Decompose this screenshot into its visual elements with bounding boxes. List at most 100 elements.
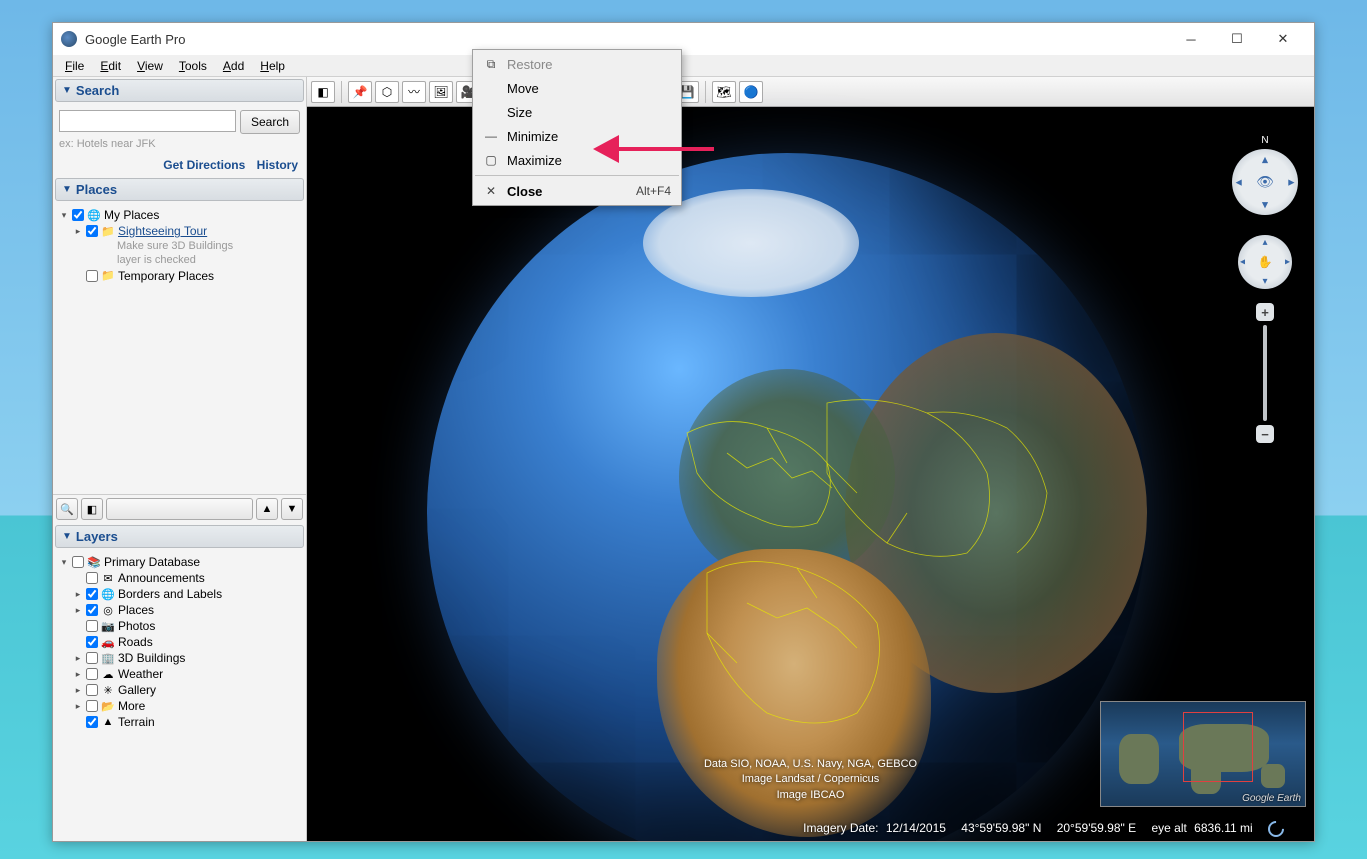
checkbox[interactable] bbox=[86, 668, 98, 680]
search-button[interactable]: Search bbox=[240, 110, 300, 134]
checkbox-mixed[interactable] bbox=[72, 556, 84, 568]
chevron-left-icon[interactable]: ◂ bbox=[1240, 257, 1245, 268]
menu-edit[interactable]: Edit bbox=[92, 57, 129, 75]
chevron-up-icon[interactable]: ▴ bbox=[1262, 153, 1268, 166]
menu-help[interactable]: Help bbox=[252, 57, 293, 75]
layers-pane-header[interactable]: ▼Layers bbox=[55, 525, 304, 548]
add-image-overlay-button[interactable]: 🖼 bbox=[429, 81, 453, 103]
tree-label: Temporary Places bbox=[118, 269, 214, 283]
history-link[interactable]: History bbox=[257, 158, 298, 172]
globe-icon: 🌐 bbox=[87, 208, 101, 222]
database-icon: 📚 bbox=[87, 555, 101, 569]
menu-add[interactable]: Add bbox=[215, 57, 252, 75]
overview-map[interactable]: Google Earth bbox=[1100, 701, 1306, 807]
chevron-right-icon[interactable]: ▸ bbox=[1288, 176, 1294, 189]
checkbox[interactable] bbox=[86, 700, 98, 712]
expander-icon[interactable]: ▸ bbox=[73, 653, 83, 663]
get-directions-link[interactable]: Get Directions bbox=[163, 158, 245, 172]
add-polygon-button[interactable]: ⬡ bbox=[375, 81, 399, 103]
layer-item[interactable]: ▸☁Weather bbox=[59, 666, 300, 682]
tree-label: Announcements bbox=[118, 571, 205, 585]
layer-item[interactable]: ▸🌐Borders and Labels bbox=[59, 586, 300, 602]
menu-file[interactable]: File bbox=[57, 57, 92, 75]
menu-size[interactable]: Size bbox=[473, 100, 681, 124]
search-input[interactable] bbox=[59, 110, 236, 132]
checkbox[interactable] bbox=[86, 270, 98, 282]
minimap-viewbox[interactable] bbox=[1183, 712, 1253, 782]
attribution-line: Data SIO, NOAA, U.S. Navy, NGA, GEBCO bbox=[704, 757, 917, 772]
search-places-button[interactable]: 🔍 bbox=[56, 498, 78, 520]
chevron-left-icon[interactable]: ◂ bbox=[1236, 176, 1242, 189]
checkbox[interactable] bbox=[86, 225, 98, 237]
window-controls: ─ ☐ ✕ bbox=[1168, 24, 1306, 54]
layer-primary-database[interactable]: ▾ 📚 Primary Database bbox=[59, 554, 300, 570]
tree-label: 3D Buildings bbox=[118, 651, 185, 665]
earth-gallery-button[interactable]: 🔵 bbox=[739, 81, 763, 103]
expander-icon[interactable]: ▸ bbox=[73, 226, 83, 236]
chevron-down-icon[interactable]: ▾ bbox=[1262, 276, 1267, 287]
places-temporary[interactable]: ▸ 📁 Temporary Places bbox=[59, 268, 300, 284]
checkbox[interactable] bbox=[86, 716, 98, 728]
layer-item[interactable]: ▸📂More bbox=[59, 698, 300, 714]
expander-icon[interactable]: ▾ bbox=[59, 210, 69, 220]
layer-item[interactable]: ▸✳Gallery bbox=[59, 682, 300, 698]
layer-item[interactable]: ▸▲Terrain bbox=[59, 714, 300, 730]
expander-icon[interactable]: ▸ bbox=[73, 701, 83, 711]
menu-move[interactable]: Move bbox=[473, 76, 681, 100]
zoom-track[interactable] bbox=[1263, 325, 1267, 421]
places-sightseeing[interactable]: ▸ 📁 Sightseeing Tour bbox=[59, 223, 300, 239]
layer-item[interactable]: ▸◎Places bbox=[59, 602, 300, 618]
chevron-right-icon[interactable]: ▸ bbox=[1285, 257, 1290, 268]
checkbox[interactable] bbox=[72, 209, 84, 221]
checkbox[interactable] bbox=[86, 684, 98, 696]
app-title: Google Earth Pro bbox=[85, 32, 185, 47]
move-up-button[interactable]: ▲ bbox=[256, 498, 278, 520]
tree-label[interactable]: Sightseeing Tour bbox=[118, 224, 207, 238]
expander-icon[interactable]: ▸ bbox=[73, 685, 83, 695]
hide-sidebar-button[interactable]: ◧ bbox=[311, 81, 335, 103]
checkbox[interactable] bbox=[86, 572, 98, 584]
checkbox[interactable] bbox=[86, 620, 98, 632]
zoom-out-button[interactable]: − bbox=[1256, 425, 1274, 443]
places-my-places[interactable]: ▾ 🌐 My Places bbox=[59, 207, 300, 223]
layer-item[interactable]: ▸🚗Roads bbox=[59, 634, 300, 650]
tree-label: Gallery bbox=[118, 683, 156, 697]
checkbox[interactable] bbox=[86, 588, 98, 600]
expander-icon[interactable]: ▸ bbox=[73, 589, 83, 599]
minimize-button[interactable]: ─ bbox=[1168, 24, 1214, 54]
search-pane-header[interactable]: ▼Search bbox=[55, 79, 304, 102]
expander-icon[interactable]: ▸ bbox=[73, 605, 83, 615]
add-path-button[interactable]: 〰 bbox=[402, 81, 426, 103]
checkbox[interactable] bbox=[86, 652, 98, 664]
panel-toggle-button[interactable]: ◧ bbox=[81, 498, 103, 520]
zoom-slider[interactable]: + − bbox=[1256, 303, 1274, 443]
view-maps-button[interactable]: 🗺 bbox=[712, 81, 736, 103]
zoom-in-button[interactable]: + bbox=[1256, 303, 1274, 321]
north-label: N bbox=[1258, 135, 1271, 146]
checkbox[interactable] bbox=[86, 604, 98, 616]
expander-icon[interactable]: ▾ bbox=[59, 557, 69, 567]
menu-tools[interactable]: Tools bbox=[171, 57, 215, 75]
chevron-up-icon[interactable]: ▴ bbox=[1262, 237, 1267, 248]
expander-icon[interactable]: ▸ bbox=[73, 669, 83, 679]
chevron-down-icon[interactable]: ▾ bbox=[1262, 198, 1268, 211]
layer-item[interactable]: ▸✉Announcements bbox=[59, 570, 300, 586]
menu-view[interactable]: View bbox=[129, 57, 171, 75]
look-joystick[interactable]: N 👁 ▴ ▾ ◂ ▸ bbox=[1232, 149, 1298, 215]
layer-item[interactable]: ▸📷Photos bbox=[59, 618, 300, 634]
places-pane-header[interactable]: ▼Places bbox=[55, 178, 304, 201]
layer-item[interactable]: ▸🏢3D Buildings bbox=[59, 650, 300, 666]
globe-view[interactable]: Data SIO, NOAA, U.S. Navy, NGA, GEBCO Im… bbox=[307, 107, 1314, 841]
places-slider[interactable] bbox=[106, 498, 253, 520]
minimap-land bbox=[1119, 734, 1159, 784]
checkbox[interactable] bbox=[86, 636, 98, 648]
main-row: ▼Search Search ex: Hotels near JFK Get D… bbox=[53, 77, 1314, 841]
maximize-button[interactable]: ☐ bbox=[1214, 24, 1260, 54]
globe[interactable] bbox=[427, 153, 1147, 841]
add-placemark-button[interactable]: 📌 bbox=[348, 81, 372, 103]
move-down-button[interactable]: ▼ bbox=[281, 498, 303, 520]
move-joystick[interactable]: ✋ ▴ ▾ ◂ ▸ bbox=[1238, 235, 1292, 289]
close-button[interactable]: ✕ bbox=[1260, 24, 1306, 54]
search-body: Search ex: Hotels near JFK bbox=[53, 104, 306, 152]
restore-icon: ⧉ bbox=[481, 57, 501, 72]
